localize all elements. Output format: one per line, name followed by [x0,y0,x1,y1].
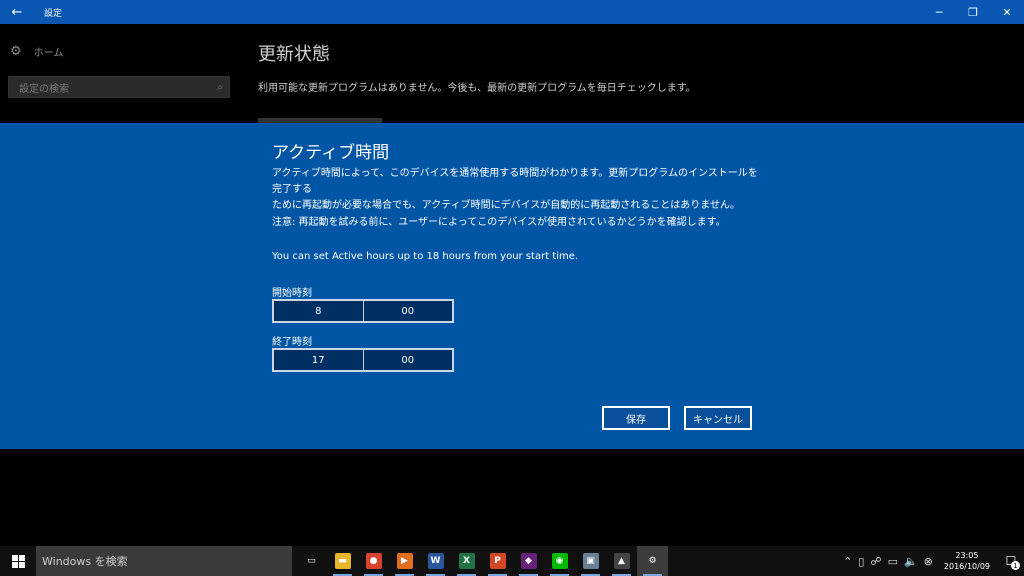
dialog-note: 注意: 再起動を試みる前に、ユーザーによってこのデバイスが使用されているかどうか… [272,217,726,228]
title-bar: ← 設定 ─ ❐ ✕ [0,0,1024,24]
taskbar-app-visual-studio[interactable]: ◆ [513,546,544,576]
system-tray: ⌃ ▯ ☍ ▭ 🔈 ⊗ 23:05 2016/10/09 ☐ 1 [840,546,1024,576]
taskbar-search-input[interactable]: Windows を検索 [36,546,292,576]
clock-date: 2016/10/09 [943,562,990,571]
taskbar-app-settings[interactable]: ⚙ [637,546,668,576]
clock-time: 23:05 [955,551,979,560]
active-hours-dialog: アクティブ時間 アクティブ時間によって、このデバイスを通常使用する時間がわかりま… [0,123,1024,449]
cancel-button[interactable]: キャンセル [684,406,752,430]
excel-icon: X [458,553,475,569]
start-time-label: 開始時刻 [272,288,312,299]
taskbar: Windows を検索 ▭ ▬ ● ▶ W X P ◆ ◉ ▣ ▲ ⚙ ⌃ ▯ ☍ ▭ 🔈 ⊗ 23:… [0,546,1024,576]
description-line-2: ために再起動が必要な場合でも、アクティブ時間にデバイスが自動的に再起動されること… [272,200,740,211]
visual-studio-icon: ◆ [520,553,537,569]
taskbar-app-chrome[interactable]: ● [358,546,389,576]
notification-badge: 1 [1011,561,1020,570]
close-icon: ✕ [1002,5,1012,19]
description-line-1: アクティブ時間によって、このデバイスを通常使用する時間がわかります。更新プログラ… [272,168,758,195]
taskbar-app-network-app[interactable]: ▣ [575,546,606,576]
start-time-picker[interactable]: 8 00 [272,299,454,323]
taskbar-apps: ▭ ▬ ● ▶ W X P ◆ ◉ ▣ ▲ ⚙ [296,546,668,576]
battery-icon[interactable]: ▭ [888,555,898,568]
chrome-icon: ● [365,553,382,569]
taskbar-app-word[interactable]: W [420,546,451,576]
end-time-label: 終了時刻 [272,337,312,348]
search-placeholder: 設定の検索 [19,83,69,95]
end-minute[interactable]: 00 [362,350,453,370]
sidebar-item-home[interactable]: ⚙ ホーム [10,44,63,59]
page-title: 更新状態 [258,44,330,65]
dialog-description: アクティブ時間によって、このデバイスを通常使用する時間がわかります。更新プログラ… [272,166,762,214]
network-icon[interactable]: ☍ [870,555,881,568]
settings-search-input[interactable]: 設定の検索 ⌕ [8,76,230,98]
taskbar-app-line[interactable]: ◉ [544,546,575,576]
dialog-title: アクティブ時間 [272,143,390,163]
photos-icon: ▲ [613,553,630,569]
window-title: 設定 [44,8,63,19]
end-time-picker[interactable]: 17 00 [272,348,454,372]
restore-icon: ❐ [968,5,978,19]
back-arrow-icon: ← [11,4,23,20]
taskbar-app-powerpoint[interactable]: P [482,546,513,576]
windows-logo-icon [11,554,25,568]
taskbar-app-photos[interactable]: ▲ [606,546,637,576]
update-status-text: 利用可能な更新プログラムはありません。今後も、最新の更新プログラムを毎日チェック… [258,83,696,94]
save-button[interactable]: 保存 [602,406,670,430]
line-icon: ◉ [551,553,568,569]
end-hour[interactable]: 17 [274,350,363,370]
search-icon: ⌕ [217,81,223,93]
powerpoint-icon: P [489,553,506,569]
back-button[interactable]: ← [0,0,34,24]
chevron-up-icon[interactable]: ⌃ [843,555,852,568]
volume-icon[interactable]: 🔈 [904,555,918,568]
restore-button[interactable]: ❐ [956,0,990,24]
media-player-icon: ▶ [396,553,413,569]
taskbar-app-file-explorer[interactable]: ▬ [327,546,358,576]
gear-icon: ⚙ [10,44,22,59]
minimize-icon: ─ [935,5,943,19]
window-controls: ─ ❐ ✕ [922,0,1024,24]
start-hour[interactable]: 8 [274,301,363,321]
action-center-button[interactable]: ☐ 1 [998,546,1024,576]
close-circle-icon[interactable]: ⊗ [924,555,933,568]
close-button[interactable]: ✕ [990,0,1024,24]
sidebar: ⚙ ホーム 設定の検索 ⌕ [0,24,240,124]
taskbar-app-task-view[interactable]: ▭ [296,546,327,576]
sidebar-item-label: ホーム [33,48,64,59]
taskbar-app-excel[interactable]: X [451,546,482,576]
word-icon: W [427,553,444,569]
settings-icon: ⚙ [644,553,661,569]
file-explorer-icon: ▬ [334,553,351,569]
start-minute[interactable]: 00 [362,301,453,321]
taskbar-clock[interactable]: 23:05 2016/10/09 [944,550,990,572]
taskbar-app-media-player[interactable]: ▶ [389,546,420,576]
task-view-icon: ▭ [303,553,320,569]
usb-icon[interactable]: ▯ [858,555,864,568]
dialog-hours-limit: You can set Active hours up to 18 hours … [272,251,579,262]
taskbar-search-placeholder: Windows を検索 [42,555,128,568]
network-app-icon: ▣ [582,553,599,569]
minimize-button[interactable]: ─ [922,0,956,24]
start-button[interactable] [0,546,36,576]
